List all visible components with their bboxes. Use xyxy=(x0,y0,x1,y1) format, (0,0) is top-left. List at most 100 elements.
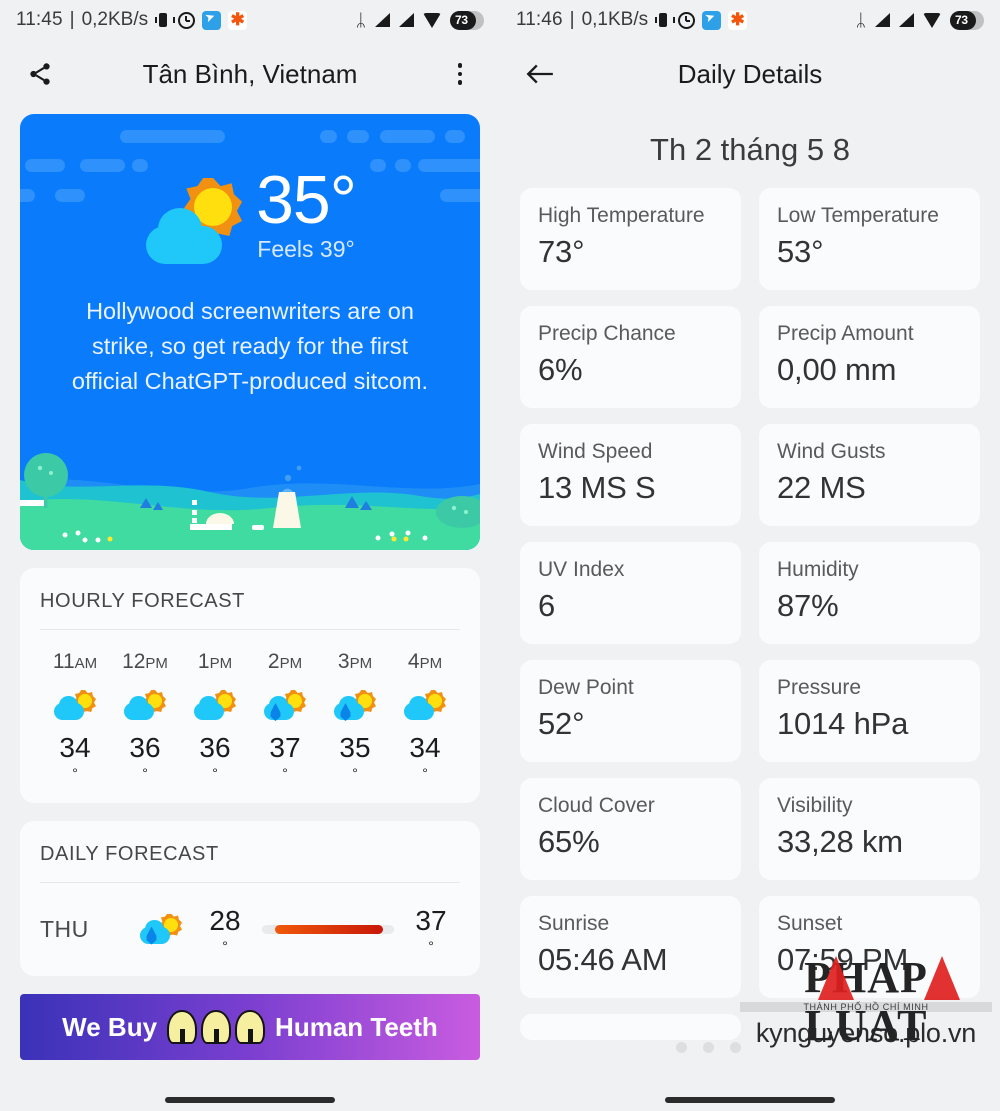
battery-level: 73 xyxy=(955,13,968,27)
detail-label: Cloud Cover xyxy=(538,794,655,817)
hour-ampm: PM xyxy=(209,655,233,672)
detail-card-sunrise[interactable]: Sunrise 05:46 AM xyxy=(520,896,741,998)
home-indicator[interactable] xyxy=(500,1097,1000,1103)
daily-forecast-title: DAILY FORECAST xyxy=(40,843,460,883)
detail-card-uv-index[interactable]: UV Index 6 xyxy=(520,542,741,644)
asterisk-icon: ✱ xyxy=(228,10,248,30)
daily-row[interactable]: THU 28 ° 37 ° xyxy=(40,889,460,958)
rain-partly-cloudy-icon xyxy=(334,690,376,722)
hourly-item[interactable]: 2PM 37 ° xyxy=(250,650,320,781)
detail-value: 6% xyxy=(538,352,583,387)
degree-symbol: ° xyxy=(428,938,434,954)
hourly-forecast-card: HOURLY FORECAST 11AM 34 ° 12PM 36 ° 1PM xyxy=(20,568,480,803)
hourly-item[interactable]: 4PM 34 ° xyxy=(390,650,460,781)
status-bar: 11:46 | 0,1KB/s ✱ ᛦ 73 xyxy=(500,0,1000,40)
hourly-item[interactable]: 3PM 35 ° xyxy=(320,650,390,781)
degree-symbol: ° xyxy=(212,765,218,781)
app-bar: Tân Bình, Vietnam xyxy=(0,40,500,108)
detail-card-low-temperature[interactable]: Low Temperature 53° xyxy=(759,188,980,290)
detail-value: 6 xyxy=(538,588,556,623)
detail-label: Pressure xyxy=(777,676,862,699)
battery-icon: 73 xyxy=(950,10,984,30)
current-weather-card[interactable]: 35° Feels 39° Hollywood screenwriters ar… xyxy=(20,114,480,550)
detail-label: Precip Chance xyxy=(538,322,676,345)
more-vertical-icon[interactable] xyxy=(440,54,480,94)
ad-text-left: We Buy xyxy=(62,1011,158,1042)
detail-label: Dew Point xyxy=(538,676,634,699)
wifi-icon xyxy=(923,12,941,28)
dual-screenshot: 11:45 | 0,2KB/s ✱ ᛦ 73 xyxy=(0,0,1000,1111)
telegram-icon xyxy=(202,10,222,30)
hourly-item[interactable]: 12PM 36 ° xyxy=(110,650,180,781)
detail-label: High Temperature xyxy=(538,204,705,227)
detail-card-wind-speed[interactable]: Wind Speed 13 MS S xyxy=(520,424,741,526)
hour-ampm: PM xyxy=(349,655,373,672)
hour-temperature: 34 xyxy=(409,732,441,763)
hour-ampm: PM xyxy=(145,655,168,672)
detail-card-pressure[interactable]: Pressure 1014 hPa xyxy=(759,660,980,762)
degree-symbol: ° xyxy=(72,765,78,781)
detail-card-precip-chance[interactable]: Precip Chance 6% xyxy=(520,306,741,408)
detail-label: Precip Amount xyxy=(777,322,914,345)
home-indicator[interactable] xyxy=(0,1097,500,1103)
hour-value: 3 xyxy=(337,650,350,673)
hour-temperature: 34 xyxy=(59,732,91,763)
weather-blurb: Hollywood screenwriters are on strike, s… xyxy=(71,298,429,394)
rain-partly-cloudy-icon xyxy=(140,913,182,946)
detail-value: 52° xyxy=(538,706,585,741)
hour-value: 4 xyxy=(407,650,420,673)
detail-card-grid: High Temperature 73° Low Temperature 53°… xyxy=(500,188,1000,1040)
status-time: 11:46 xyxy=(516,9,563,30)
detail-value: 0,00 mm xyxy=(777,352,897,387)
status-time: 11:45 xyxy=(16,9,63,30)
detail-label: Humidity xyxy=(777,558,859,581)
share-icon[interactable] xyxy=(20,54,60,94)
detail-card-humidity[interactable]: Humidity 87% xyxy=(759,542,980,644)
page-indicator[interactable] xyxy=(676,1042,741,1053)
hourly-list[interactable]: 11AM 34 ° 12PM 36 ° 1PM 36 ° 2PM 37 ° 3P… xyxy=(40,636,460,785)
detail-label: Sunset xyxy=(777,912,843,935)
detail-label: Wind Gusts xyxy=(777,440,886,463)
signal-sim1-icon xyxy=(875,13,890,27)
detail-card-visibility[interactable]: Visibility 33,28 km xyxy=(759,778,980,880)
detail-value: 33,28 km xyxy=(777,824,903,859)
detail-value: 1014 hPa xyxy=(777,706,909,741)
arrow-left-icon[interactable] xyxy=(520,54,560,94)
signal-sim2-icon xyxy=(399,13,414,27)
hour-value: 2 xyxy=(267,650,280,673)
daily-forecast-card: DAILY FORECAST THU 28 ° 37 ° xyxy=(20,821,480,976)
daily-low: 28 xyxy=(209,905,241,936)
feels-like-temperature: Feels 39° xyxy=(257,236,355,262)
detail-value: 13 MS S xyxy=(538,470,656,505)
landscape-illustration xyxy=(20,453,480,550)
partly-cloudy-icon xyxy=(404,690,446,722)
detail-label: Wind Speed xyxy=(538,440,653,463)
hour-value: 1 xyxy=(197,650,210,673)
detail-label: Visibility xyxy=(777,794,853,817)
degree-symbol: ° xyxy=(352,765,358,781)
detail-card-wind-gusts[interactable]: Wind Gusts 22 MS xyxy=(759,424,980,526)
hourly-item[interactable]: 1PM 36 ° xyxy=(180,650,250,781)
bluetooth-icon: ᛦ xyxy=(355,10,366,30)
detail-card-dew-point[interactable]: Dew Point 52° xyxy=(520,660,741,762)
detail-card-precip-amount[interactable]: Precip Amount 0,00 mm xyxy=(759,306,980,408)
hour-temperature: 35 xyxy=(339,732,371,763)
ad-banner[interactable]: We Buy Human Teeth xyxy=(20,994,480,1060)
detail-card-high-temperature[interactable]: High Temperature 73° xyxy=(520,188,741,290)
accent-mark-icon xyxy=(818,956,854,1000)
status-bar: 11:45 | 0,2KB/s ✱ ᛦ 73 xyxy=(0,0,500,40)
hour-temperature: 36 xyxy=(129,732,161,763)
degree-symbol: ° xyxy=(142,765,148,781)
detail-card-cloud-cover[interactable]: Cloud Cover 65% xyxy=(520,778,741,880)
hour-temperature: 36 xyxy=(199,732,231,763)
detail-value: 53° xyxy=(777,234,824,269)
current-temperature: 35° xyxy=(256,162,357,238)
ad-text-right: Human Teeth xyxy=(275,1011,438,1042)
date-heading: Th 2 tháng 5 8 xyxy=(650,132,850,167)
alarm-icon xyxy=(678,11,696,29)
wifi-icon xyxy=(423,12,441,28)
detail-label: Sunrise xyxy=(538,912,610,935)
hourly-item[interactable]: 11AM 34 ° xyxy=(40,650,110,781)
detail-card-next-partial[interactable] xyxy=(520,1014,741,1040)
temperature-range-bar xyxy=(262,925,394,934)
